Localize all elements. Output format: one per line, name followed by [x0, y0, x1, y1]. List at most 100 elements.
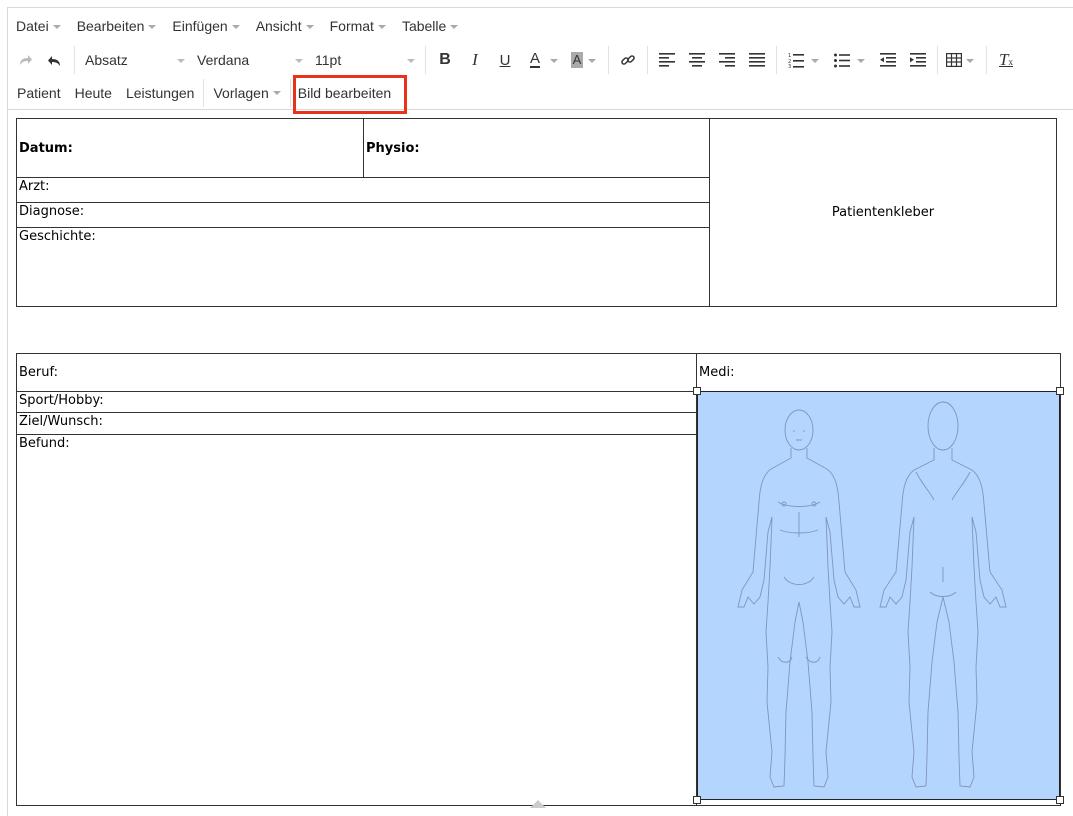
- align-right-icon: [719, 53, 735, 67]
- diagnose-label: Diagnose:: [19, 204, 85, 219]
- document-content[interactable]: Datum: Physio: Patientenkleber Arzt: Dia…: [8, 112, 1073, 816]
- chevron-down-icon: [231, 24, 240, 29]
- header-table: Datum: Physio: Patientenkleber Arzt: Dia…: [16, 118, 1057, 307]
- font-family-select[interactable]: Verdana: [191, 45, 309, 75]
- outdent-button[interactable]: [873, 45, 903, 75]
- toolbar-separator: [203, 78, 205, 107]
- patientenkleber-label: Patientenkleber: [831, 205, 935, 220]
- beruf-cell[interactable]: Beruf:: [16, 353, 697, 392]
- align-center-button[interactable]: [682, 45, 712, 75]
- vorlagen-menu[interactable]: Vorlagen: [206, 78, 287, 108]
- undo-button[interactable]: [40, 45, 70, 75]
- body-chart-image[interactable]: [693, 387, 1064, 804]
- bild-bearbeiten-button[interactable]: Bild bearbeiten: [293, 78, 398, 108]
- resize-handle-bottom-right[interactable]: [1056, 796, 1064, 804]
- align-left-button[interactable]: [652, 45, 682, 75]
- underline-button[interactable]: U: [490, 45, 520, 75]
- table-icon: [946, 53, 962, 67]
- italic-icon: I: [472, 50, 478, 69]
- resize-handle-top-left[interactable]: [693, 387, 701, 395]
- chevron-down-icon: [450, 24, 459, 29]
- undo-icon: [48, 56, 60, 66]
- link-button[interactable]: [613, 45, 643, 75]
- heute-button[interactable]: Heute: [68, 78, 119, 108]
- redo-button[interactable]: [10, 45, 40, 75]
- redo-icon: [20, 55, 32, 65]
- toolbar-separator: [74, 46, 75, 74]
- sport-cell[interactable]: Sport/Hobby:: [16, 391, 697, 413]
- geschichte-cell[interactable]: Geschichte:: [16, 227, 710, 307]
- beruf-label: Beruf:: [19, 365, 58, 380]
- chevron-down-icon: [588, 58, 596, 63]
- align-left-icon: [659, 53, 675, 67]
- datum-cell[interactable]: Datum:: [16, 118, 364, 178]
- clear-formatting-button[interactable]: Tx: [991, 45, 1021, 75]
- text-color-button[interactable]: A: [520, 45, 566, 75]
- clear-formatting-icon: Tx: [999, 50, 1013, 69]
- arzt-cell[interactable]: Arzt:: [16, 177, 710, 203]
- medi-label: Medi:: [699, 365, 735, 380]
- geschichte-label: Geschichte:: [19, 229, 96, 244]
- datum-label: Datum:: [19, 140, 73, 156]
- leistungen-button[interactable]: Leistungen: [119, 78, 202, 108]
- menu-datei[interactable]: Datei: [10, 11, 67, 41]
- chevron-down-icon: [377, 24, 386, 29]
- background-color-button[interactable]: A: [566, 45, 604, 75]
- bild-bearbeiten-label: Bild bearbeiten: [297, 84, 392, 101]
- menu-format[interactable]: Format: [324, 11, 392, 41]
- ziel-cell[interactable]: Ziel/Wunsch:: [16, 412, 697, 435]
- physio-label: Physio:: [366, 140, 420, 156]
- custom-toolbar: Patient Heute Leistungen Vorlagen Bild b…: [8, 76, 1073, 110]
- align-right-button[interactable]: [712, 45, 742, 75]
- indent-button[interactable]: [903, 45, 933, 75]
- toolbar-separator: [289, 78, 291, 107]
- menu-ansicht[interactable]: Ansicht: [250, 11, 320, 41]
- align-center-icon: [689, 53, 705, 67]
- patientenkleber-cell[interactable]: Patientenkleber: [709, 118, 1057, 307]
- physio-cell[interactable]: Physio:: [363, 118, 710, 178]
- bold-icon: B: [439, 51, 451, 68]
- toolbar-separator: [776, 46, 777, 74]
- menu-label: Tabelle: [401, 18, 447, 34]
- vorlagen-label: Vorlagen: [213, 84, 269, 101]
- align-justify-button[interactable]: [742, 45, 772, 75]
- medi-cell[interactable]: Medi:: [696, 353, 1061, 392]
- indent-icon: [910, 53, 926, 67]
- block-format-select[interactable]: Absatz: [79, 45, 191, 75]
- chevron-down-icon: [272, 91, 281, 95]
- chevron-down-icon: [550, 58, 558, 63]
- align-justify-icon: [749, 53, 765, 67]
- bullet-list-button[interactable]: [827, 45, 873, 75]
- italic-button[interactable]: I: [460, 45, 490, 75]
- patient-button[interactable]: Patient: [10, 78, 68, 108]
- menubar: Datei Bearbeiten Einfügen Ansicht Format…: [8, 8, 1073, 44]
- table-button[interactable]: [942, 45, 982, 75]
- numbered-list-button[interactable]: 123: [781, 45, 827, 75]
- chevron-down-icon: [52, 24, 61, 29]
- menu-einfuegen[interactable]: Einfügen: [166, 11, 245, 41]
- resize-handle-bottom-left[interactable]: [693, 796, 701, 804]
- link-icon: [621, 55, 635, 65]
- rich-text-editor: Datei Bearbeiten Einfügen Ansicht Format…: [7, 7, 1073, 816]
- block-format-value: Absatz: [85, 52, 128, 68]
- menu-label: Bearbeiten: [76, 18, 145, 34]
- toolbar-separator: [937, 46, 938, 74]
- text-color-icon: A: [529, 50, 540, 68]
- menu-bearbeiten[interactable]: Bearbeiten: [71, 11, 163, 41]
- ziel-label: Ziel/Wunsch:: [19, 414, 103, 429]
- font-family-value: Verdana: [197, 52, 250, 68]
- background-color-icon: A: [570, 52, 584, 68]
- menu-tabelle[interactable]: Tabelle: [396, 11, 464, 41]
- chevron-down-icon: [177, 58, 185, 63]
- befund-cell[interactable]: Befund:: [16, 434, 697, 806]
- menu-label: Format: [329, 18, 374, 34]
- toolbar-separator: [608, 46, 609, 74]
- font-size-select[interactable]: 11pt: [309, 45, 421, 75]
- svg-text:3: 3: [788, 64, 791, 68]
- chevron-down-icon: [811, 58, 819, 63]
- context-toolbar-arrow: [530, 800, 546, 808]
- diagnose-cell[interactable]: Diagnose:: [16, 202, 710, 228]
- menu-label: Einfügen: [172, 18, 228, 34]
- bold-button[interactable]: B: [430, 45, 460, 75]
- resize-handle-top-right[interactable]: [1056, 387, 1064, 395]
